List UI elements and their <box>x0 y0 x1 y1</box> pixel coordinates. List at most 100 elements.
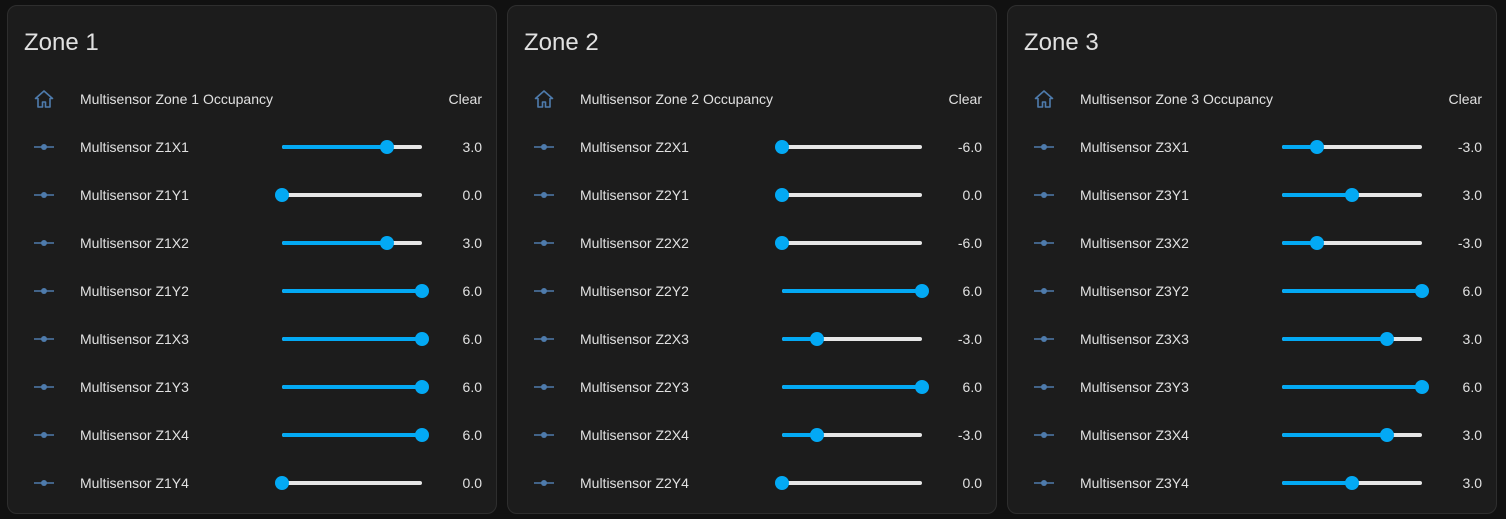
value-slider[interactable] <box>282 139 422 155</box>
slider-value: 6.0 <box>462 427 482 443</box>
entity-label[interactable]: Multisensor Z3Y1 <box>1080 187 1189 203</box>
value-slider[interactable] <box>782 379 929 395</box>
value-slider[interactable] <box>782 331 922 347</box>
slider-thumb[interactable] <box>810 332 824 346</box>
slider-track[interactable] <box>782 241 922 245</box>
slider-value: -6.0 <box>957 139 982 155</box>
slider-thumb[interactable] <box>1345 476 1359 490</box>
slider-fill <box>282 385 422 389</box>
slider-thumb[interactable] <box>1380 332 1394 346</box>
occupancy-label: Multisensor Zone 3 Occupancy <box>1080 91 1273 107</box>
slider-value: 6.0 <box>462 379 482 395</box>
entity-label[interactable]: Multisensor Z2Y2 <box>580 283 689 299</box>
occupancy-row[interactable]: Multisensor Zone 2 Occupancy Clear <box>524 79 982 119</box>
slider-thumb[interactable] <box>1310 236 1324 250</box>
slider-track[interactable] <box>282 193 422 197</box>
value-slider[interactable] <box>282 379 429 395</box>
entity-label[interactable]: Multisensor Z3X3 <box>1080 331 1189 347</box>
entity-label[interactable]: Multisensor Z2X1 <box>580 139 689 155</box>
slider-value: 3.0 <box>462 235 482 251</box>
entity-label[interactable]: Multisensor Z3X2 <box>1080 235 1189 251</box>
slider-thumb[interactable] <box>915 284 929 298</box>
ray-vertex-icon <box>32 471 56 495</box>
slider-track[interactable] <box>782 145 922 149</box>
value-slider[interactable] <box>282 235 422 251</box>
entity-label[interactable]: Multisensor Z3Y3 <box>1080 379 1189 395</box>
entity-label[interactable]: Multisensor Z2Y3 <box>580 379 689 395</box>
entity-label[interactable]: Multisensor Z1Y1 <box>80 187 189 203</box>
entity-row: Multisensor Z1X4 6.0 <box>24 415 482 455</box>
entity-label[interactable]: Multisensor Z3Y2 <box>1080 283 1189 299</box>
slider-thumb[interactable] <box>415 428 429 442</box>
value-slider[interactable] <box>275 475 422 491</box>
slider-thumb[interactable] <box>380 236 394 250</box>
slider-thumb[interactable] <box>915 380 929 394</box>
slider-thumb[interactable] <box>415 284 429 298</box>
value-slider[interactable] <box>1282 331 1422 347</box>
ray-vertex-icon <box>532 279 556 303</box>
slider-thumb[interactable] <box>775 140 789 154</box>
entity-label[interactable]: Multisensor Z1Y3 <box>80 379 189 395</box>
entity-label[interactable]: Multisensor Z1X4 <box>80 427 189 443</box>
slider-thumb[interactable] <box>810 428 824 442</box>
entity-label[interactable]: Multisensor Z1X3 <box>80 331 189 347</box>
slider-thumb[interactable] <box>415 332 429 346</box>
value-slider[interactable] <box>1282 427 1422 443</box>
slider-track[interactable] <box>282 481 422 485</box>
slider-fill <box>782 385 922 389</box>
value-slider[interactable] <box>1282 379 1429 395</box>
slider-thumb[interactable] <box>1310 140 1324 154</box>
value-slider[interactable] <box>775 475 922 491</box>
entity-label[interactable]: Multisensor Z2Y1 <box>580 187 689 203</box>
value-slider[interactable] <box>1282 283 1429 299</box>
entity-row: Multisensor Z1X1 3.0 <box>24 127 482 167</box>
value-slider[interactable] <box>1282 139 1422 155</box>
slider-fill <box>282 337 422 341</box>
entity-label[interactable]: Multisensor Z2X2 <box>580 235 689 251</box>
entity-label[interactable]: Multisensor Z1Y2 <box>80 283 189 299</box>
occupancy-row[interactable]: Multisensor Zone 3 Occupancy Clear <box>1024 79 1482 119</box>
value-slider[interactable] <box>782 283 929 299</box>
entity-row: Multisensor Z1Y4 0.0 <box>24 463 482 503</box>
dashboard: Zone 1 Multisensor Zone 1 Occupancy Clear M… <box>0 0 1506 519</box>
value-slider[interactable] <box>282 331 429 347</box>
entity-label[interactable]: Multisensor Z2X3 <box>580 331 689 347</box>
value-slider[interactable] <box>1282 187 1422 203</box>
slider-thumb[interactable] <box>775 476 789 490</box>
value-slider[interactable] <box>282 427 429 443</box>
entity-label[interactable]: Multisensor Z3X4 <box>1080 427 1189 443</box>
value-slider[interactable] <box>775 187 922 203</box>
slider-thumb[interactable] <box>275 476 289 490</box>
slider-thumb[interactable] <box>775 188 789 202</box>
slider-value: 0.0 <box>962 187 982 203</box>
value-slider[interactable] <box>782 427 922 443</box>
slider-thumb[interactable] <box>275 188 289 202</box>
value-slider[interactable] <box>282 283 429 299</box>
occupancy-row[interactable]: Multisensor Zone 1 Occupancy Clear <box>24 79 482 119</box>
entity-label[interactable]: Multisensor Z1Y4 <box>80 475 189 491</box>
slider-thumb[interactable] <box>1415 284 1429 298</box>
entity-row: Multisensor Z3X3 3.0 <box>1024 319 1482 359</box>
slider-value: 3.0 <box>1462 427 1482 443</box>
slider-track[interactable] <box>782 193 922 197</box>
entity-label[interactable]: Multisensor Z1X1 <box>80 139 189 155</box>
value-slider[interactable] <box>1282 235 1422 251</box>
slider-thumb[interactable] <box>775 236 789 250</box>
value-slider[interactable] <box>775 235 922 251</box>
value-slider[interactable] <box>275 187 422 203</box>
slider-value: 3.0 <box>1462 187 1482 203</box>
slider-thumb[interactable] <box>1380 428 1394 442</box>
entity-label[interactable]: Multisensor Z2X4 <box>580 427 689 443</box>
entity-label[interactable]: Multisensor Z2Y4 <box>580 475 689 491</box>
entity-label[interactable]: Multisensor Z3X1 <box>1080 139 1189 155</box>
slider-thumb[interactable] <box>1345 188 1359 202</box>
slider-thumb[interactable] <box>380 140 394 154</box>
value-slider[interactable] <box>1282 475 1422 491</box>
slider-thumb[interactable] <box>415 380 429 394</box>
value-slider[interactable] <box>775 139 922 155</box>
entity-label[interactable]: Multisensor Z3Y4 <box>1080 475 1189 491</box>
entity-label[interactable]: Multisensor Z1X2 <box>80 235 189 251</box>
slider-thumb[interactable] <box>1415 380 1429 394</box>
slider-fill <box>1282 289 1422 293</box>
slider-track[interactable] <box>782 481 922 485</box>
